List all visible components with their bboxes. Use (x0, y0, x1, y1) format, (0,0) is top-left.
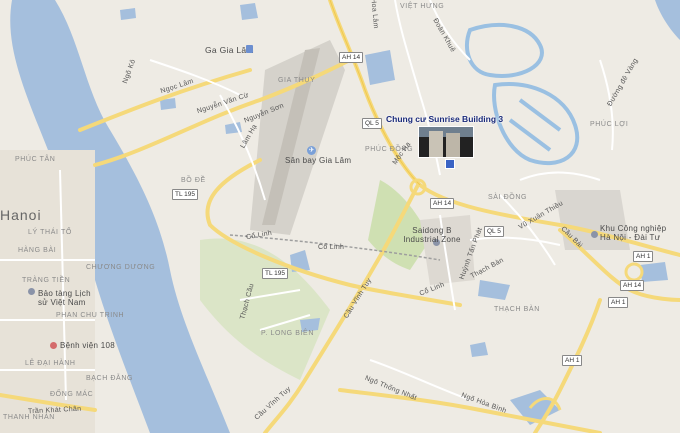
area-hang-bai: HÀNG BÀI (18, 247, 57, 254)
lake (478, 280, 510, 300)
airport-icon: ✈ (307, 146, 316, 155)
building-photo[interactable] (418, 126, 474, 158)
area-trang-tien: TRÀNG TIỀN (22, 277, 71, 284)
area-dong-mac: ĐỐNG MÁC (50, 391, 94, 398)
place-benh-vien: Bệnh viện 108 (60, 341, 116, 350)
area-ly-thai-to: LÝ THÁI TỔ (28, 229, 72, 236)
area-long-bien: P. LONG BIÊN (261, 330, 314, 337)
lake (470, 342, 488, 357)
building-label[interactable]: Chung cư Sunrise Building 3 (386, 114, 503, 124)
city-hanoi: Hanoi (0, 207, 42, 223)
shield-ah1: AH 1 (633, 251, 654, 262)
area-thach-ban: THẠCH BÀN (494, 306, 540, 313)
area-bo-de: BỒ ĐỀ (181, 177, 206, 184)
location-marker-icon[interactable] (445, 159, 455, 169)
shield-ah1: AH 1 (608, 297, 629, 308)
area-phuc-tan: PHÚC TÂN (15, 156, 56, 163)
road-co-linh-2: Cổ Linh (318, 244, 345, 251)
place-khu-cong-nghiep: Khu Công nghiệp Hà Nội - Đài Tư (600, 224, 667, 242)
area-sai-dong: SÀI ĐỒNG (488, 194, 528, 201)
place-saidong: Saidong B Industrial Zone (403, 226, 461, 244)
shield-ah14: AH 14 (620, 280, 645, 291)
lake (240, 3, 258, 20)
area-phuc-loi: PHÚC LỢI (590, 121, 629, 128)
area-phan-chu-trinh: PHAN CHU TRINH (56, 312, 125, 319)
area-viet-hung: VIỆT HƯNG (400, 3, 445, 10)
shield-ql5: QL 5 (362, 118, 382, 129)
place-bao-tang: Bảo tàng Lịch sử Việt Nam (38, 289, 91, 307)
park (200, 238, 330, 380)
shield-tl195: TL 195 (262, 268, 288, 279)
area-bach-dang: BẠCH ĐẰNG (86, 375, 134, 382)
area-gia-thuy: GIA THỤY (278, 77, 316, 84)
shield-ql5: QL 5 (484, 226, 504, 237)
lake (120, 8, 136, 20)
place-san-bay: Sân bay Gia Lâm (285, 156, 352, 165)
lake (365, 50, 395, 85)
shield-ah14: AH 14 (339, 52, 364, 63)
shield-tl195: TL 195 (172, 189, 198, 200)
river-east (655, 0, 680, 40)
industrial-park-icon (591, 231, 598, 238)
shield-ah1: AH 1 (562, 355, 583, 366)
hospital-icon (50, 342, 57, 349)
shield-ah14: AH 14 (430, 198, 455, 209)
area-chuong-duong: CHƯƠNG DƯƠNG (86, 264, 156, 271)
map-base (0, 0, 680, 433)
roundabout (624, 262, 644, 282)
train-station-icon (246, 45, 253, 53)
lake (640, 262, 668, 282)
map-canvas[interactable]: Ga Gia Lâm Ngọc Lâm Nguyễn Văn Cừ GIA TH… (0, 0, 680, 433)
urban-development (464, 23, 580, 166)
area-le-dai-hanh: LÊ ĐẠI HÀNH (25, 360, 76, 367)
museum-icon (28, 288, 35, 295)
